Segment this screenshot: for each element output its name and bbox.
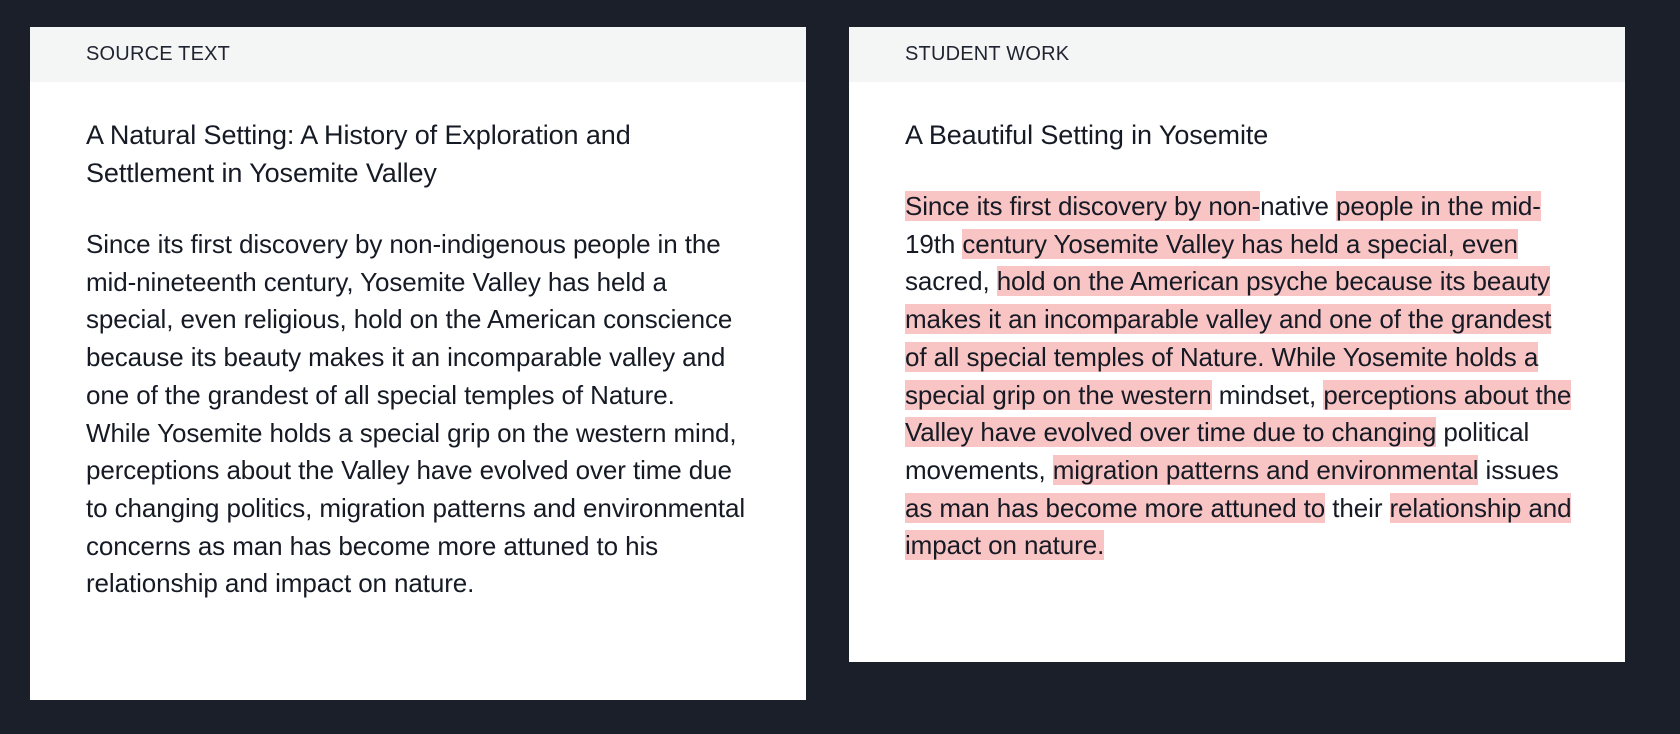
source-text-body: A Natural Setting: A History of Explorat…: [30, 82, 806, 603]
source-title: A Natural Setting: A History of Explorat…: [86, 120, 631, 188]
original-text-segment: sacred,: [905, 266, 997, 297]
source-text-header: SOURCE TEXT: [30, 27, 806, 82]
original-text-segment: 19th: [905, 228, 963, 259]
original-text-segment: native: [1260, 191, 1336, 221]
original-text-segment: issues: [1478, 454, 1559, 485]
matched-text-highlight: century Yosemite Valley has held a speci…: [962, 228, 1518, 259]
student-title: A Beautiful Setting in Yosemite: [905, 120, 1269, 150]
student-work-body: A Beautiful Setting in Yosemite Since it…: [849, 82, 1625, 565]
student-work-panel: STUDENT WORK A Beautiful Setting in Yose…: [849, 27, 1625, 662]
matched-text-highlight: migration patterns and environmental: [1052, 454, 1479, 485]
source-paragraph: Since its first discovery by non-indigen…: [86, 229, 746, 599]
original-text-segment: mindset,: [1211, 379, 1324, 410]
matched-text-highlight: people in the mid-: [1335, 191, 1541, 221]
student-work-header: STUDENT WORK: [849, 27, 1625, 82]
original-text-segment: their: [1325, 492, 1390, 523]
source-text-panel: SOURCE TEXT A Natural Setting: A History…: [30, 27, 806, 700]
student-paragraph: Since its first discovery by non-native …: [905, 188, 1577, 565]
matched-text-highlight: Since its first discovery by non-: [905, 191, 1261, 221]
matched-text-highlight: as man has become more attuned to: [905, 492, 1326, 523]
